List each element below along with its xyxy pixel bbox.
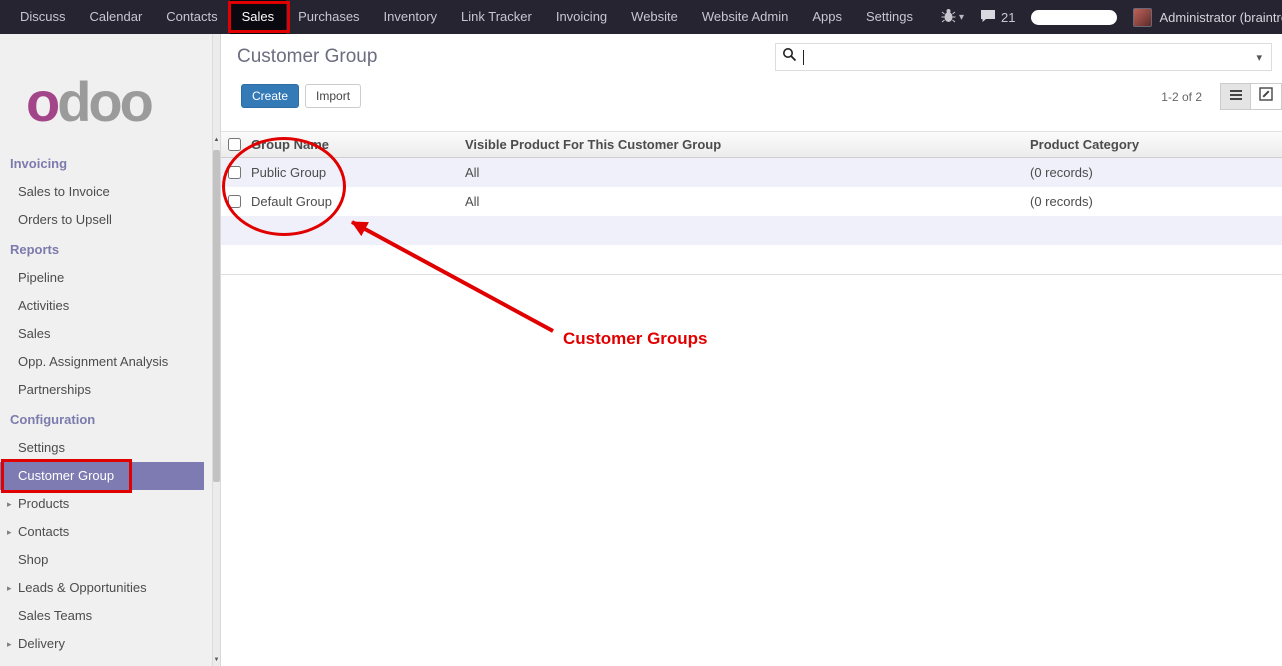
menu-website[interactable]: Website (619, 0, 690, 34)
sidebar-item-partnerships[interactable]: Partnerships (0, 376, 220, 404)
list-view-button[interactable] (1220, 83, 1251, 110)
scroll-down-icon[interactable]: ▼ (213, 656, 220, 664)
table-header: Group Name Visible Product For This Cust… (221, 131, 1282, 158)
sidebar-item-activities[interactable]: Activities (0, 292, 220, 320)
text-cursor (803, 50, 804, 65)
import-button[interactable]: Import (305, 84, 361, 108)
menu-calendar[interactable]: Calendar (78, 0, 155, 34)
topbar-right: ▾ 21 Administrator (braintree) (925, 8, 1282, 27)
status-pill[interactable] (1031, 10, 1117, 25)
bug-icon (941, 8, 956, 26)
sidebar-section-reports: Reports (0, 236, 220, 264)
list-view-icon (1229, 88, 1243, 106)
avatar[interactable] (1133, 8, 1152, 27)
pager: 1-2 of 2 (1161, 90, 1202, 104)
view-switcher (1220, 83, 1282, 110)
empty-row (221, 216, 1282, 245)
menu-inventory[interactable]: Inventory (372, 0, 449, 34)
menu-website-admin[interactable]: Website Admin (690, 0, 800, 34)
form-view-icon (1259, 87, 1273, 106)
menu-discuss[interactable]: Discuss (8, 0, 78, 34)
menu-purchases[interactable]: Purchases (286, 0, 371, 34)
sidebar-item-leads-opportunities[interactable]: ▸ Leads & Opportunities (0, 574, 220, 602)
create-button[interactable]: Create (241, 84, 299, 108)
sidebar-item-delivery[interactable]: ▸ Delivery (0, 630, 220, 658)
menu-apps[interactable]: Apps (800, 0, 854, 34)
header-product-category[interactable]: Product Category (1026, 137, 1282, 152)
sidebar-item-label: Delivery (18, 636, 65, 651)
sidebar-item-contacts[interactable]: ▸ Contacts (0, 518, 220, 546)
menu-link-tracker[interactable]: Link Tracker (449, 0, 544, 34)
row-checkbox[interactable] (228, 166, 241, 179)
menu-sales[interactable]: Sales (230, 0, 287, 34)
form-view-button[interactable] (1251, 83, 1282, 110)
expand-arrow-icon: ▸ (7, 490, 12, 518)
table-body: Public Group All (0 records) Default Gro… (221, 158, 1282, 275)
sidebar-item-shop[interactable]: Shop (0, 546, 220, 574)
cell-group-name: Default Group (247, 194, 461, 209)
menu-settings[interactable]: Settings (854, 0, 925, 34)
cell-visible-product: All (461, 194, 1026, 209)
sidebar-scrollbar: ▲ ▼ (212, 34, 220, 666)
sidebar-item-orders-to-upsell[interactable]: Orders to Upsell (0, 206, 220, 234)
sidebar: odoo Invoicing Sales to Invoice Orders t… (0, 34, 220, 666)
expand-arrow-icon: ▸ (7, 518, 12, 546)
sidebar-item-sales-teams[interactable]: Sales Teams (0, 602, 220, 630)
expand-arrow-icon: ▸ (7, 574, 12, 602)
sidebar-item-pipeline[interactable]: Pipeline (0, 264, 220, 292)
table-row-public-group[interactable]: Public Group All (0 records) (221, 158, 1282, 187)
expand-arrow-icon: ▸ (7, 630, 12, 658)
chevron-down-icon: ▾ (959, 12, 964, 23)
sidebar-item-sales[interactable]: Sales (0, 320, 220, 348)
search-icon (782, 47, 797, 67)
scroll-up-icon[interactable]: ▲ (213, 136, 220, 144)
empty-row (221, 245, 1282, 274)
page-title: Customer Group (237, 46, 377, 68)
cell-product-category: (0 records) (1026, 165, 1282, 180)
cell-visible-product: All (461, 165, 1026, 180)
sidebar-item-label: Leads & Opportunities (18, 580, 147, 595)
chat-bubble-icon (980, 9, 996, 26)
messages-button[interactable]: 21 (980, 9, 1015, 26)
row-checkbox[interactable] (228, 195, 241, 208)
messages-count: 21 (1001, 10, 1015, 25)
search-input[interactable] (807, 50, 1253, 65)
sidebar-section-configuration: Configuration (0, 406, 220, 434)
user-menu[interactable]: Administrator (braintree) (1159, 10, 1282, 25)
logo-text-first: o (26, 70, 57, 133)
menu-contacts[interactable]: Contacts (154, 0, 229, 34)
sidebar-item-opp-assignment-analysis[interactable]: Opp. Assignment Analysis (0, 348, 220, 376)
action-buttons: Create Import (241, 84, 361, 108)
records-table: Group Name Visible Product For This Cust… (221, 131, 1282, 275)
search-dropdown-icon[interactable]: ▾ (1253, 51, 1265, 64)
search-bar: ▾ (775, 43, 1272, 71)
logo-text-rest: doo (57, 70, 151, 133)
sidebar-item-sales-to-invoice[interactable]: Sales to Invoice (0, 178, 220, 206)
sidebar-item-products[interactable]: ▸ Products (0, 490, 220, 518)
header-group-name[interactable]: Group Name (247, 137, 461, 152)
sidebar-item-settings[interactable]: Settings (0, 434, 220, 462)
select-all-checkbox[interactable] (228, 138, 241, 151)
sidebar-section-invoicing: Invoicing (0, 150, 220, 178)
debug-menu[interactable]: ▾ (941, 8, 964, 26)
scrollbar-thumb[interactable] (213, 150, 220, 482)
menu-invoicing[interactable]: Invoicing (544, 0, 619, 34)
odoo-logo: odoo (0, 34, 220, 148)
cell-product-category: (0 records) (1026, 194, 1282, 209)
sidebar-item-label: Contacts (18, 524, 69, 539)
sidebar-item-customer-group[interactable]: Customer Group (0, 462, 204, 490)
main-content: Customer Group ▾ Create Import 1-2 of 2 (220, 34, 1282, 666)
header-visible-product[interactable]: Visible Product For This Customer Group (461, 137, 1026, 152)
table-row-default-group[interactable]: Default Group All (0 records) (221, 187, 1282, 216)
cell-group-name: Public Group (247, 165, 461, 180)
sidebar-item-label: Products (18, 496, 69, 511)
topbar: Discuss Calendar Contacts Sales Purchase… (0, 0, 1282, 34)
